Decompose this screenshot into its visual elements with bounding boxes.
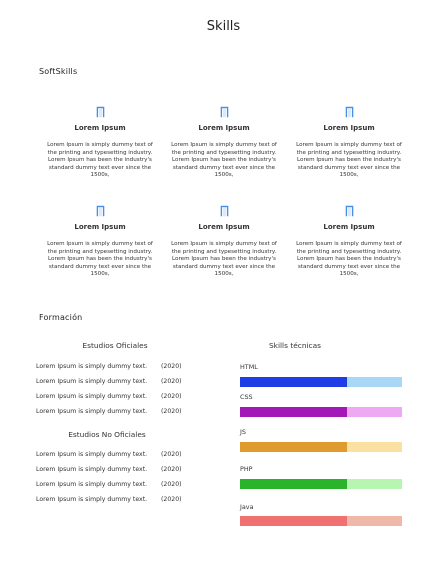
- skill-label: HTML: [240, 363, 258, 371]
- softskill-card-title: Lorem Ipsum: [198, 124, 250, 132]
- bookmark-icon: [220, 205, 228, 217]
- estudios-no-oficiales-heading: Estudios No Oficiales: [68, 430, 146, 439]
- softskills-heading: SoftSkills: [39, 67, 78, 76]
- skill-bar-fill: [240, 479, 347, 489]
- softskill-card-title: Lorem Ipsum: [323, 124, 375, 132]
- study-row-year: (2020): [161, 363, 182, 370]
- softskill-card: Lorem Ipsum Lorem Ipsum is simply dummy …: [44, 205, 156, 279]
- study-row-text: Lorem Ipsum is simply dummy text.: [36, 451, 148, 458]
- softskill-card-title: Lorem Ipsum: [323, 223, 375, 231]
- bookmark-icon: [345, 106, 353, 118]
- skill-bar-fill: [240, 407, 347, 417]
- skill-bar-fill: [240, 442, 347, 452]
- softskill-card: Lorem Ipsum Lorem Ipsum is simply dummy …: [168, 205, 280, 279]
- study-row-text: Lorem Ipsum is simply dummy text.: [36, 393, 148, 400]
- skill-bar-track: [240, 516, 402, 526]
- study-row-text: Lorem Ipsum is simply dummy text.: [36, 363, 148, 370]
- study-row-year: (2020): [161, 496, 182, 503]
- softskill-card-text: Lorem Ipsum is simply dummy text of the …: [171, 241, 277, 278]
- skill-label: Java: [240, 503, 254, 511]
- skill-label: PHP: [240, 465, 253, 473]
- study-row-text: Lorem Ipsum is simply dummy text.: [36, 496, 148, 503]
- page-title: Skills: [206, 19, 241, 34]
- skill-label: CSS: [240, 393, 253, 401]
- skill-bar-track: [240, 479, 402, 489]
- formacion-heading: Formación: [39, 313, 83, 322]
- softskill-card: Lorem Ipsum Lorem Ipsum is simply dummy …: [44, 106, 156, 180]
- study-row-year: (2020): [161, 393, 182, 400]
- bookmark-icon: [345, 205, 353, 217]
- softskill-card-title: Lorem Ipsum: [74, 124, 126, 132]
- softskill-card-title: Lorem Ipsum: [74, 223, 126, 231]
- skills-tecnicas-heading: Skills técnicas: [268, 341, 322, 350]
- study-row-year: (2020): [161, 451, 182, 458]
- study-row-year: (2020): [161, 466, 182, 473]
- softskill-card: Lorem Ipsum Lorem Ipsum is simply dummy …: [168, 106, 280, 180]
- skill-bar-fill: [240, 377, 347, 387]
- softskill-card-text: Lorem Ipsum is simply dummy text of the …: [47, 142, 153, 179]
- bookmark-icon: [96, 106, 104, 118]
- study-row-text: Lorem Ipsum is simply dummy text.: [36, 466, 148, 473]
- skill-bar-track: [240, 407, 402, 417]
- study-row-year: (2020): [161, 408, 182, 415]
- skill-label: JS: [240, 428, 246, 436]
- study-row-year: (2020): [161, 378, 182, 385]
- study-row-text: Lorem Ipsum is simply dummy text.: [36, 408, 148, 415]
- study-row-text: Lorem Ipsum is simply dummy text.: [36, 378, 148, 385]
- skill-bar-fill: [240, 516, 347, 526]
- softskill-card: Lorem Ipsum Lorem Ipsum is simply dummy …: [293, 205, 405, 279]
- softskill-card-text: Lorem Ipsum is simply dummy text of the …: [296, 241, 402, 278]
- study-row-text: Lorem Ipsum is simply dummy text.: [36, 481, 148, 488]
- estudios-oficiales-heading: Estudios Oficiales: [82, 341, 148, 350]
- skill-bar-track: [240, 442, 402, 452]
- bookmark-icon: [220, 106, 228, 118]
- softskill-card-title: Lorem Ipsum: [198, 223, 250, 231]
- study-row-year: (2020): [161, 481, 182, 488]
- bookmark-icon: [96, 205, 104, 217]
- softskill-card-text: Lorem Ipsum is simply dummy text of the …: [296, 142, 402, 179]
- skill-bar-track: [240, 377, 402, 387]
- softskill-card-text: Lorem Ipsum is simply dummy text of the …: [47, 241, 153, 278]
- softskill-card-text: Lorem Ipsum is simply dummy text of the …: [171, 142, 277, 179]
- softskill-card: Lorem Ipsum Lorem Ipsum is simply dummy …: [293, 106, 405, 180]
